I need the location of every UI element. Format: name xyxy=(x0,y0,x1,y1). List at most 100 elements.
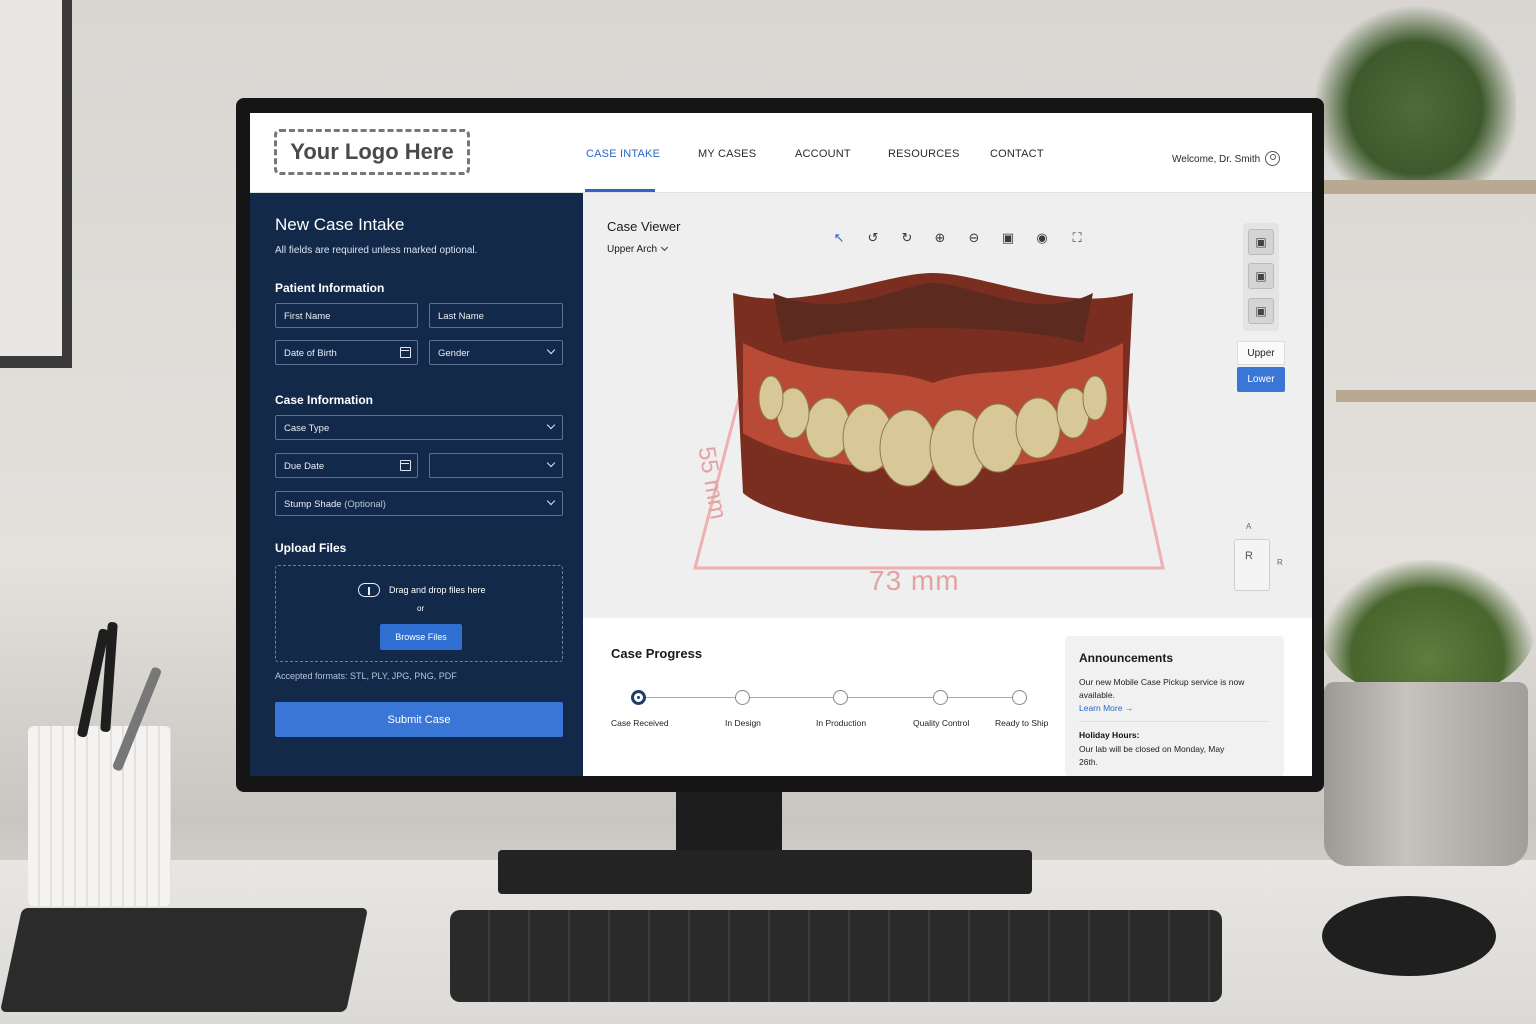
chevron-down-icon xyxy=(546,345,556,355)
step-dot-case-received xyxy=(631,690,646,705)
browse-files-button[interactable]: Browse Files xyxy=(380,624,462,650)
progress-title: Case Progress xyxy=(611,646,703,661)
first-name-field[interactable]: First Name xyxy=(275,303,418,328)
announcements-card: Announcements Our new Mobile Case Pickup… xyxy=(1065,636,1284,776)
submit-case-button[interactable]: Submit Case xyxy=(275,702,563,737)
holiday-hours-title: Holiday Hours: xyxy=(1079,730,1140,740)
logo-placeholder[interactable]: Your Logo Here xyxy=(274,129,470,175)
case-info-heading: Case Information xyxy=(275,393,374,407)
plant-pot xyxy=(1324,682,1528,866)
lower-jaw-toggle[interactable]: Lower xyxy=(1237,367,1285,392)
step-label: Case Received xyxy=(611,718,669,728)
notebook xyxy=(0,908,369,1012)
nav-resources[interactable]: RESOURCES xyxy=(888,148,959,160)
zoom-out-icon[interactable]: ⊖ xyxy=(965,229,983,247)
arch-select[interactable]: Upper Arch xyxy=(607,243,669,255)
step-label: Quality Control xyxy=(913,718,970,728)
wall-picture-frame xyxy=(0,0,72,368)
wall-shelf xyxy=(1316,180,1536,194)
nav-account[interactable]: ACCOUNT xyxy=(795,148,851,160)
step-label: Ready to Ship xyxy=(995,718,1049,728)
potted-plant xyxy=(1320,560,1535,700)
form-title: New Case Intake xyxy=(275,215,405,234)
accepted-formats: Accepted formats: STL, PLY, JPG, PNG, PD… xyxy=(275,671,457,681)
fit-view-icon[interactable]: ▣ xyxy=(999,229,1017,247)
monitor-screen: Your Logo Here CASE INTAKE MY CASES ACCO… xyxy=(250,113,1312,776)
calendar-icon[interactable] xyxy=(400,347,411,358)
orientation-top-label: A xyxy=(1246,522,1252,531)
view-mode-toolbar: ▣ ▣ ▣ xyxy=(1243,223,1279,331)
case-intake-form: New Case Intake All fields are required … xyxy=(250,193,583,776)
case-progress-panel: Case Progress Case Received In Design In… xyxy=(583,618,1312,776)
case-type-label: Case Type xyxy=(284,423,330,434)
nav-my-cases[interactable]: MY CASES xyxy=(698,148,756,160)
zoom-in-icon[interactable]: ⊕ xyxy=(931,229,949,247)
snapshot-icon[interactable]: ◉ xyxy=(1033,229,1051,247)
progress-track xyxy=(639,697,1021,698)
due-date-label: Due Date xyxy=(284,461,325,472)
orientation-side-label: R xyxy=(1277,558,1283,567)
step-dot-in-production xyxy=(833,690,848,705)
step-label: In Production xyxy=(816,718,867,728)
chevron-down-icon xyxy=(660,243,669,252)
step-dot-ready-to-ship xyxy=(1012,690,1027,705)
user-circle-icon[interactable] xyxy=(1265,151,1280,166)
case-viewer: Case Viewer Upper Arch ↖ ↺ ↻ ⊕ ⊖ ▣ ◉ ⛶ 5… xyxy=(583,193,1312,618)
top-navigation: Your Logo Here CASE INTAKE MY CASES ACCO… xyxy=(250,113,1312,193)
chevron-down-icon xyxy=(546,496,556,506)
pen-cup xyxy=(28,726,171,906)
tooth-view-icon[interactable]: ▣ xyxy=(1248,229,1274,255)
chevron-down-icon xyxy=(546,420,556,430)
date-of-birth-field[interactable]: Date of Birth xyxy=(275,340,418,365)
undo-icon[interactable]: ↺ xyxy=(864,229,882,247)
cloud-upload-icon xyxy=(358,583,380,597)
upload-files-heading: Upload Files xyxy=(275,541,347,555)
or-text: or xyxy=(417,604,425,613)
dob-placeholder: Date of Birth xyxy=(284,348,337,359)
first-name-placeholder: First Name xyxy=(284,311,331,322)
pointer-icon[interactable]: ↖ xyxy=(830,229,848,247)
chevron-down-icon xyxy=(546,458,556,468)
nav-contact[interactable]: CONTACT xyxy=(990,148,1044,160)
stump-shade-label: Stump Shade xyxy=(284,499,342,510)
keyboard xyxy=(450,910,1222,1002)
last-name-field[interactable]: Last Name xyxy=(429,303,563,328)
holiday-hours-text: Our lab will be closed on Monday, May 26… xyxy=(1079,744,1225,767)
dental-model-3d[interactable] xyxy=(683,253,1183,583)
announcements-title: Announcements xyxy=(1079,651,1174,665)
divider xyxy=(1079,721,1269,722)
width-dimension-label: 73 mm xyxy=(869,565,960,596)
monitor-base xyxy=(498,850,1032,894)
mouse xyxy=(1322,896,1496,976)
nav-case-intake[interactable]: CASE INTAKE xyxy=(586,148,660,160)
file-dropzone[interactable]: Drag and drop files here or Browse Files xyxy=(275,565,563,662)
gender-select[interactable]: Gender xyxy=(429,340,563,365)
orientation-cube[interactable]: R xyxy=(1234,539,1270,591)
step-dot-in-design xyxy=(735,690,750,705)
form-subtitle: All fields are required unless marked op… xyxy=(275,245,478,256)
learn-more-link[interactable]: Learn More → xyxy=(1079,703,1133,713)
arch-select-value: Upper Arch xyxy=(607,244,658,255)
step-dot-quality-control xyxy=(933,690,948,705)
stump-shade-select[interactable]: Stump Shade (Optional) xyxy=(275,491,563,516)
orientation-front-label: R xyxy=(1245,550,1253,562)
last-name-placeholder: Last Name xyxy=(438,311,484,322)
welcome-text: Welcome, Dr. Smith xyxy=(1172,154,1261,165)
occlusal-view-icon[interactable]: ▣ xyxy=(1248,298,1274,324)
wall-shelf-lower xyxy=(1336,390,1536,402)
calendar-icon[interactable] xyxy=(400,460,411,471)
active-tab-indicator xyxy=(585,189,655,192)
announcement-text: Our new Mobile Case Pickup service is no… xyxy=(1079,677,1245,700)
redo-icon[interactable]: ↻ xyxy=(898,229,916,247)
drag-drop-text: Drag and drop files here xyxy=(389,585,486,595)
patient-info-heading: Patient Information xyxy=(275,281,385,295)
viewer-title: Case Viewer xyxy=(607,219,681,234)
case-type-select[interactable]: Case Type xyxy=(275,415,563,440)
optional-tag: (Optional) xyxy=(344,499,386,510)
due-date-field[interactable]: Due Date xyxy=(275,453,418,478)
step-label: In Design xyxy=(725,718,761,728)
upper-jaw-toggle[interactable]: Upper xyxy=(1237,341,1285,365)
due-time-select[interactable] xyxy=(429,453,563,478)
arch-view-icon[interactable]: ▣ xyxy=(1248,263,1274,289)
fullscreen-icon[interactable]: ⛶ xyxy=(1068,229,1086,247)
